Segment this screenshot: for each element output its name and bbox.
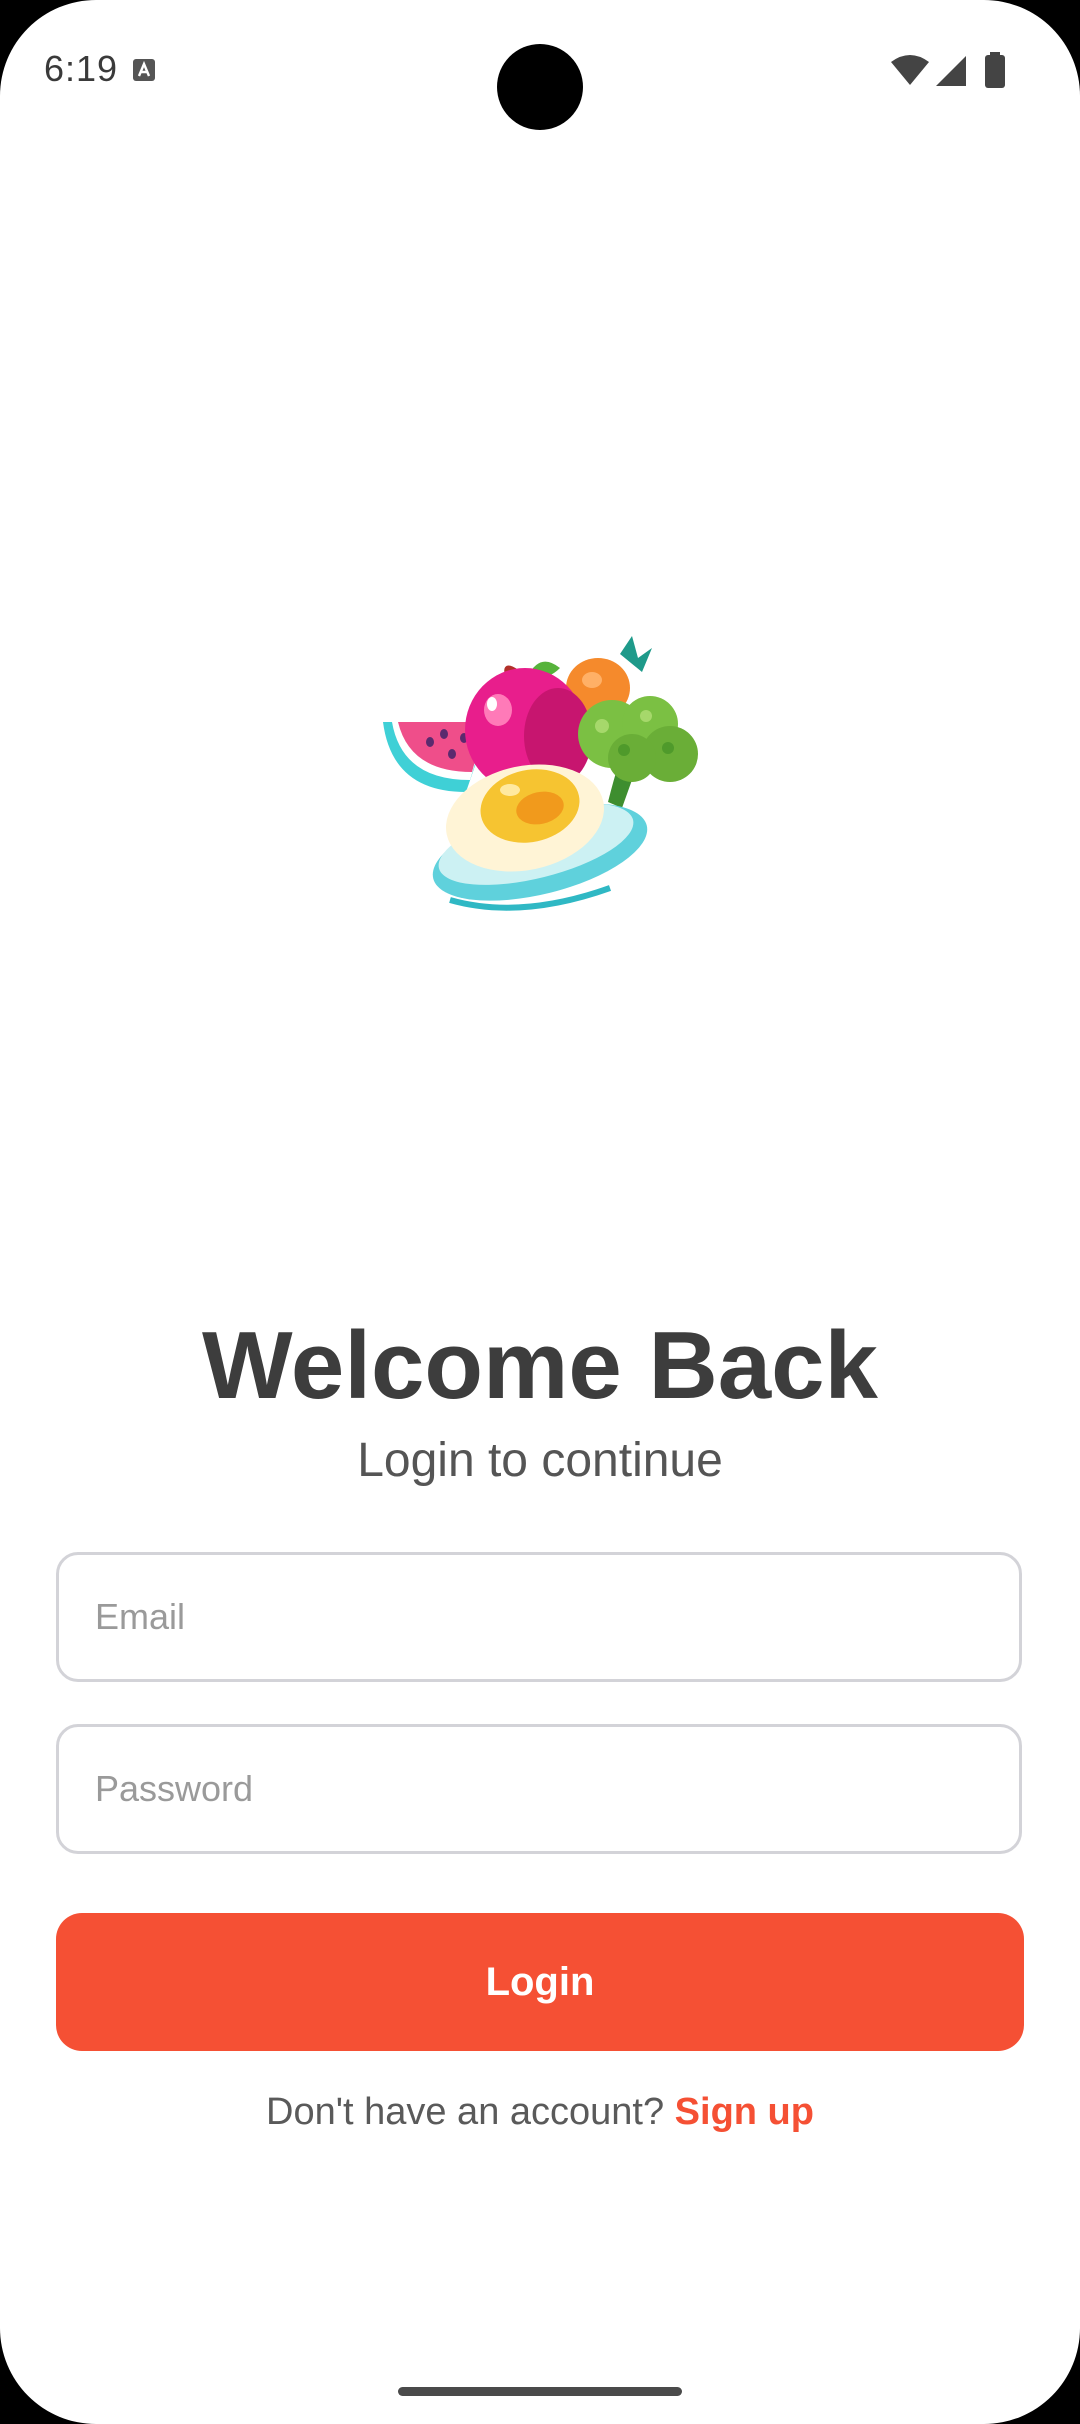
signup-prompt: Don't have an account? bbox=[266, 2091, 675, 2133]
battery-icon bbox=[985, 52, 1005, 88]
login-button[interactable]: Login bbox=[56, 1913, 1024, 2051]
a-keyboard-icon bbox=[133, 59, 155, 81]
password-field[interactable] bbox=[56, 1724, 1022, 1854]
food-illustration-icon bbox=[383, 636, 698, 911]
page-title: Welcome Back bbox=[202, 1312, 878, 1419]
camera-cutout bbox=[497, 44, 583, 130]
page-subtitle: Login to continue bbox=[357, 1434, 723, 1487]
status-time: 6:19 bbox=[44, 48, 119, 89]
status-bar: 6:19 bbox=[0, 0, 1080, 140]
email-field[interactable] bbox=[56, 1552, 1022, 1682]
login-screen: 6:19 Welcome Back Login to continue Emai… bbox=[0, 0, 1080, 2424]
signup-row: Don't have an account? Sign up bbox=[0, 2093, 1080, 2131]
signal-icon bbox=[936, 56, 966, 86]
wifi-icon bbox=[891, 55, 929, 85]
home-indicator[interactable] bbox=[398, 2387, 682, 2396]
signup-link[interactable]: Sign up bbox=[675, 2091, 814, 2133]
